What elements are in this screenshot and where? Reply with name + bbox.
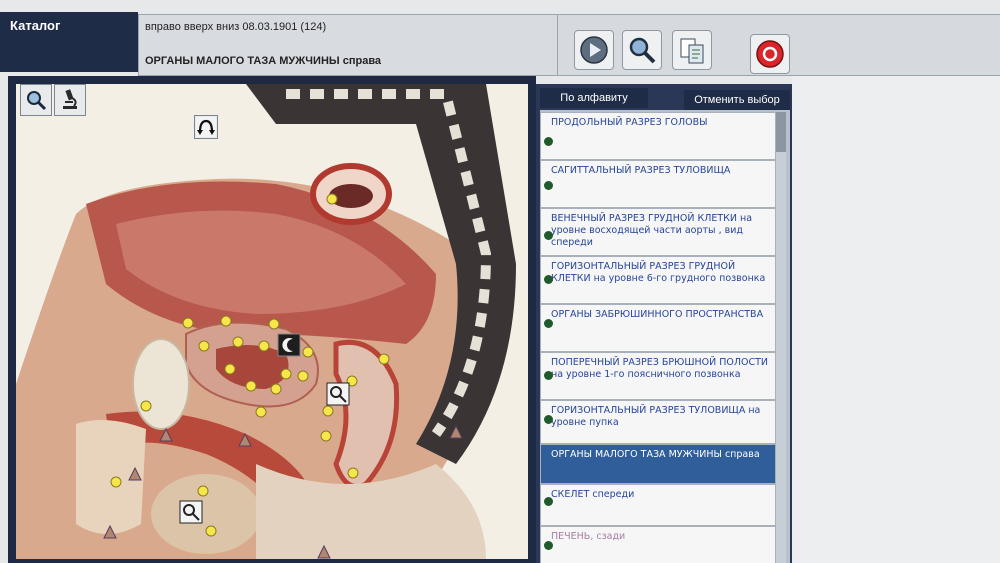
zoom-tool-button[interactable] <box>20 84 52 116</box>
document-icon <box>680 38 704 64</box>
list-item-label: ОРГАНЫ МАЛОГО ТАЗА МУЖЧИНЫ справа <box>551 449 760 460</box>
list-item-label: ГОРИЗОНТАЛЬНЫЙ РАЗРЕЗ ТУЛОВИЩА на уровне… <box>551 405 761 428</box>
power-icon <box>756 40 784 68</box>
list-scrollbar[interactable] <box>776 112 786 563</box>
list-item[interactable]: ПЕЧЕНЬ, сзади <box>540 526 776 563</box>
catalog-label: Каталог <box>0 12 138 72</box>
exit-button[interactable] <box>750 34 790 74</box>
documents-button[interactable] <box>672 30 712 70</box>
list-item-label: САГИТТАЛЬНЫЙ РАЗРЕЗ ТУЛОВИЩА <box>551 165 731 176</box>
play-button[interactable] <box>574 30 614 70</box>
window-background <box>792 76 1000 563</box>
rotate-icon <box>196 117 216 137</box>
anatomy-illustration <box>16 84 528 559</box>
play-icon <box>580 36 608 64</box>
section-list: ПРОДОЛЬНЫЙ РАЗРЕЗ ГОЛОВЫ САГИТТАЛЬНЫЙ РА… <box>540 110 790 563</box>
list-item[interactable]: ГОРИЗОНТАЛЬНЫЙ РАЗРЕЗ ГРУДНОЙ КЛЕТКИ на … <box>540 256 776 304</box>
anatomy-viewer[interactable] <box>16 84 528 559</box>
list-scrollbar-thumb[interactable] <box>776 112 786 152</box>
list-item-label: ПРОДОЛЬНЫЙ РАЗРЕЗ ГОЛОВЫ <box>551 117 708 128</box>
search-icon <box>629 37 656 64</box>
list-item[interactable]: СКЕЛЕТ спереди <box>540 484 776 526</box>
status-dot-icon <box>544 181 553 190</box>
magnifier-icon <box>27 91 47 111</box>
moon-marker-icon[interactable] <box>277 333 301 357</box>
cancel-selection-tab[interactable]: Отменить выбор <box>684 90 790 110</box>
zoom-marker-icon[interactable] <box>326 382 350 406</box>
list-item-label: ПЕЧЕНЬ, сзади <box>551 531 626 542</box>
status-dot-icon <box>544 137 553 146</box>
list-item-label: ОРГАНЫ ЗАБРЮШИННОГО ПРОСТРАНСТВА <box>551 309 764 320</box>
list-item-selected[interactable]: ОРГАНЫ МАЛОГО ТАЗА МУЖЧИНЫ справа <box>540 444 776 484</box>
microscope-tool-button[interactable] <box>54 84 86 116</box>
list-item-label: ВЕНЕЧНЫЙ РАЗРЕЗ ГРУДНОЙ КЛЕТКИ на уровне… <box>551 213 753 248</box>
rotate-button[interactable] <box>194 115 218 139</box>
list-item-label: СКЕЛЕТ спереди <box>551 489 635 500</box>
status-dot-icon <box>544 231 553 240</box>
list-item[interactable]: ПРОДОЛЬНЫЙ РАЗРЕЗ ГОЛОВЫ <box>540 112 776 160</box>
info-panel: вправо вверх вниз 08.03.1901 (124) ОРГАН… <box>138 14 558 76</box>
current-section-title: ОРГАНЫ МАЛОГО ТАЗА МУЖЧИНЫ справа <box>145 55 382 67</box>
list-item-label: ГОРИЗОНТАЛЬНЫЙ РАЗРЕЗ ГРУДНОЙ КЛЕТКИ на … <box>551 261 766 284</box>
list-item[interactable]: ОРГАНЫ ЗАБРЮШИННОГО ПРОСТРАНСТВА <box>540 304 776 352</box>
navigation-info: вправо вверх вниз 08.03.1901 (124) <box>145 21 327 33</box>
cancel-tab-label: Отменить выбор <box>694 94 780 106</box>
list-item-label: ПОПЕРЕЧНЫЙ РАЗРЕЗ БРЮШНОЙ ПОЛОСТИ на уро… <box>551 357 769 380</box>
list-item[interactable]: ВЕНЕЧНЫЙ РАЗРЕЗ ГРУДНОЙ КЛЕТКИ на уровне… <box>540 208 776 256</box>
status-dot-icon <box>544 541 553 550</box>
sort-tab-label: По алфавиту <box>560 92 628 104</box>
status-dot-icon <box>544 371 553 380</box>
status-dot-icon <box>544 275 553 284</box>
sort-alphabetical-tab[interactable]: По алфавиту <box>540 88 648 108</box>
catalog-label-text: Каталог <box>10 18 61 33</box>
microscope-icon <box>63 89 77 109</box>
list-item[interactable]: САГИТТАЛЬНЫЙ РАЗРЕЗ ТУЛОВИЩА <box>540 160 776 208</box>
status-dot-icon <box>544 319 553 328</box>
search-button[interactable] <box>622 30 662 70</box>
zoom-marker-icon[interactable] <box>179 500 203 524</box>
list-item[interactable]: ПОПЕРЕЧНЫЙ РАЗРЕЗ БРЮШНОЙ ПОЛОСТИ на уро… <box>540 352 776 400</box>
status-dot-icon <box>544 497 553 506</box>
list-item[interactable]: ГОРИЗОНТАЛЬНЫЙ РАЗРЕЗ ТУЛОВИЩА на уровне… <box>540 400 776 444</box>
status-dot-icon <box>544 415 553 424</box>
